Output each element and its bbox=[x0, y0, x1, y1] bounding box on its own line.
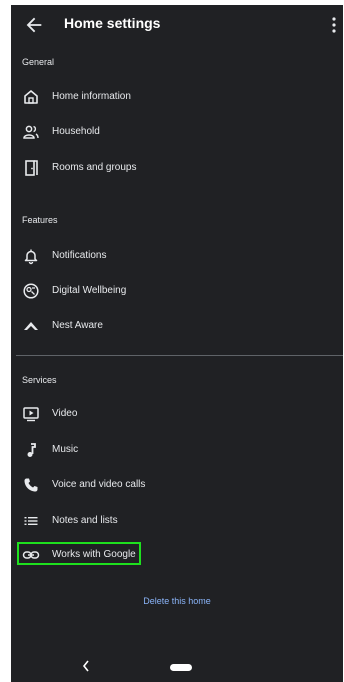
section-header-features: Features bbox=[22, 215, 58, 225]
digital-wellbeing-item[interactable]: Digital Wellbeing bbox=[11, 276, 343, 306]
music-note-icon bbox=[27, 443, 36, 457]
works-with-google-item[interactable]: Works with Google bbox=[11, 540, 343, 570]
video-icon bbox=[23, 407, 39, 422]
section-header-services: Services bbox=[22, 375, 57, 385]
music-item[interactable]: Music bbox=[11, 435, 343, 465]
nav-home-pill[interactable] bbox=[170, 664, 192, 671]
wellbeing-icon bbox=[23, 283, 39, 299]
delete-home-link[interactable]: Delete this home bbox=[11, 596, 343, 606]
item-label: Rooms and groups bbox=[52, 162, 137, 173]
section-header-general: General bbox=[22, 57, 55, 67]
nest-aware-item[interactable]: Nest Aware bbox=[11, 311, 343, 341]
section-divider bbox=[16, 355, 343, 356]
item-label: Digital Wellbeing bbox=[52, 285, 127, 296]
home-information-item[interactable]: Home information bbox=[11, 82, 343, 112]
door-icon bbox=[25, 160, 38, 176]
more-options-icon[interactable] bbox=[327, 14, 341, 36]
item-label: Notes and lists bbox=[52, 515, 118, 526]
item-label: Voice and video calls bbox=[52, 479, 146, 490]
page-title: Home settings bbox=[64, 15, 161, 31]
link-icon bbox=[22, 551, 40, 559]
home-icon bbox=[24, 90, 38, 104]
voice-and-video-calls-item[interactable]: Voice and video calls bbox=[11, 470, 343, 500]
bell-icon bbox=[24, 249, 38, 265]
home-settings-screen: Home settings General Home information H… bbox=[11, 5, 343, 682]
nav-back-icon[interactable] bbox=[81, 659, 91, 673]
back-arrow-icon[interactable] bbox=[23, 14, 45, 36]
household-item[interactable]: Household bbox=[11, 117, 343, 147]
app-bar: Home settings bbox=[11, 5, 343, 45]
rooms-and-groups-item[interactable]: Rooms and groups bbox=[11, 153, 343, 183]
nest-aware-icon bbox=[24, 322, 38, 330]
notifications-item[interactable]: Notifications bbox=[11, 241, 343, 271]
item-label: Home information bbox=[52, 91, 131, 102]
system-navigation-bar bbox=[11, 655, 343, 682]
notes-and-lists-item[interactable]: Notes and lists bbox=[11, 506, 343, 536]
item-label: Household bbox=[52, 126, 100, 137]
item-label: Music bbox=[52, 444, 79, 455]
item-label: Video bbox=[52, 408, 78, 419]
item-label: Notifications bbox=[52, 250, 107, 261]
item-label: Nest Aware bbox=[52, 320, 103, 331]
household-icon bbox=[23, 125, 39, 139]
phone-icon bbox=[24, 478, 38, 492]
list-icon bbox=[24, 517, 38, 525]
item-label: Works with Google bbox=[52, 549, 136, 560]
video-item[interactable]: Video bbox=[11, 399, 343, 429]
